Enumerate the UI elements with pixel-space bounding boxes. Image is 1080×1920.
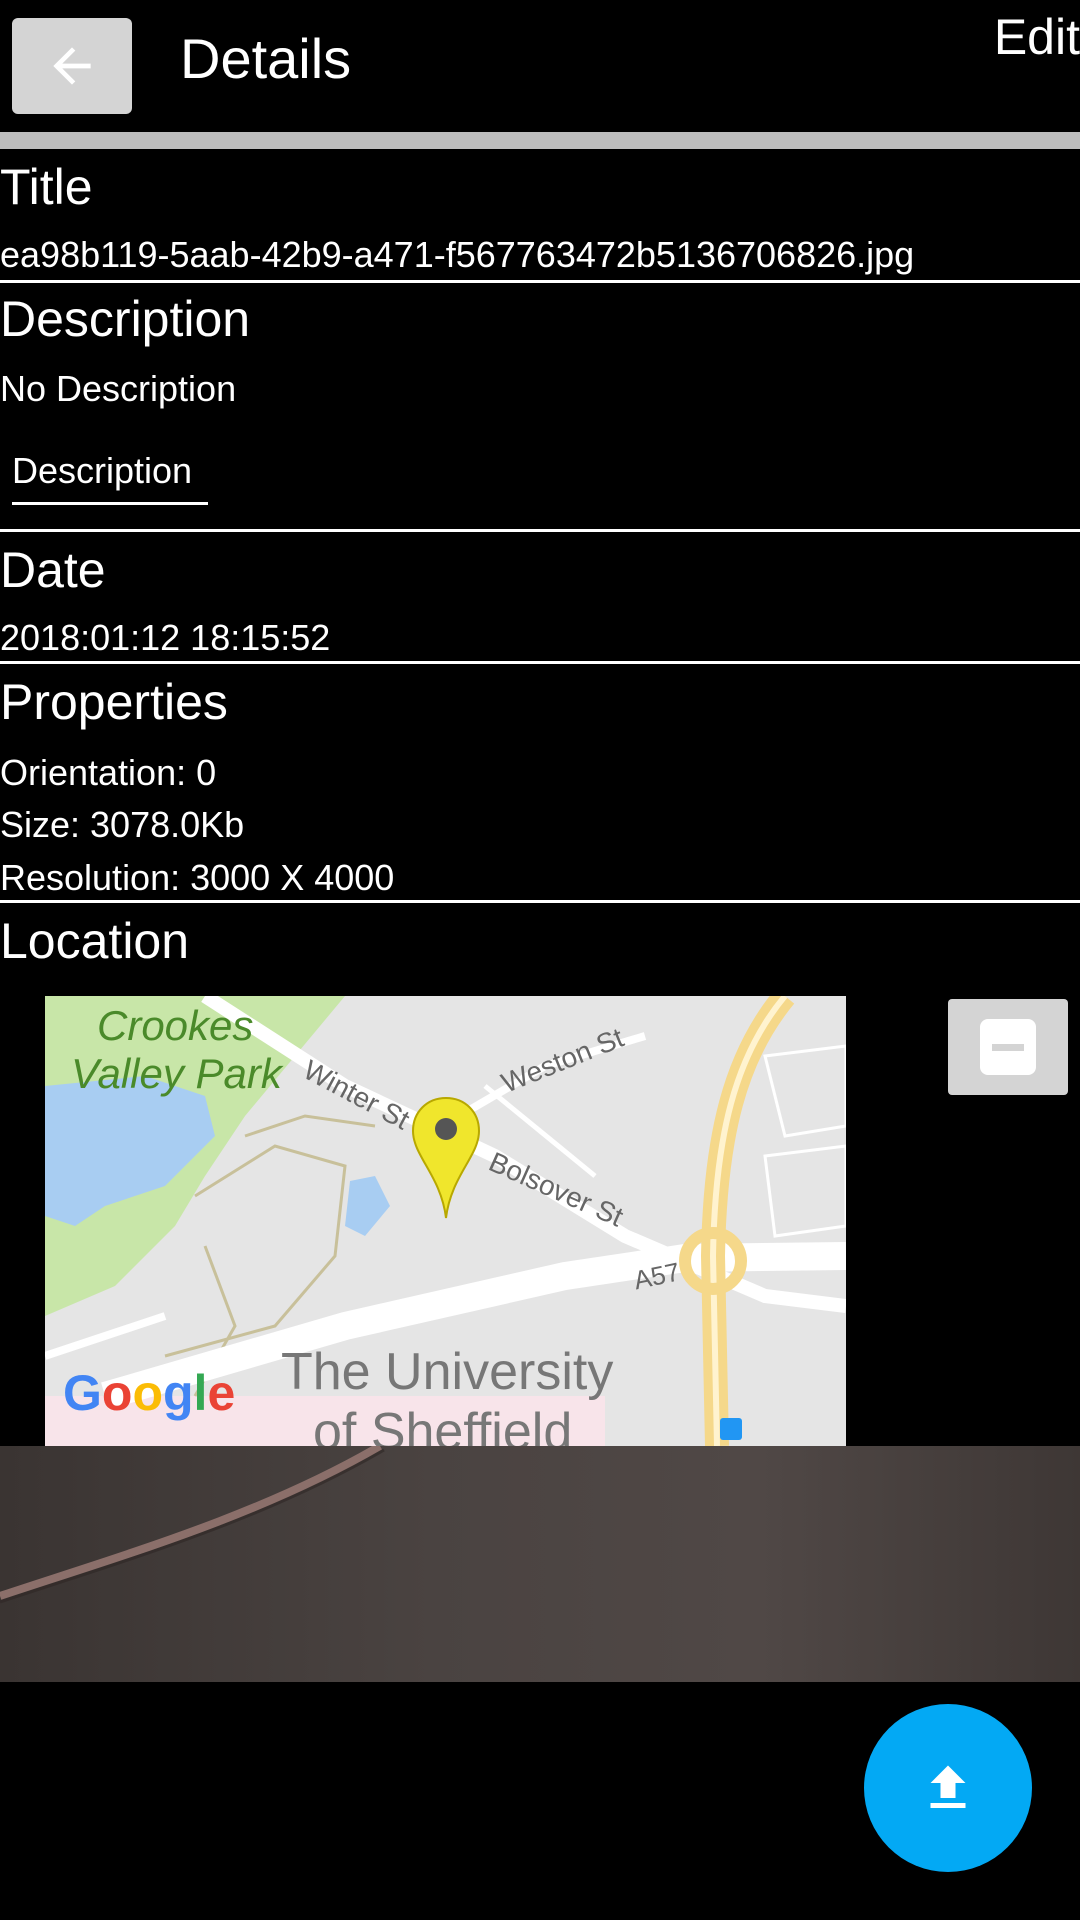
back-arrow-icon [53, 47, 91, 85]
orientation-value: Orientation: 0 [0, 752, 217, 793]
google-letter: l [193, 1365, 208, 1421]
header-divider [0, 132, 1080, 149]
divider [0, 661, 1080, 664]
zoom-out-button[interactable] [948, 999, 1068, 1095]
divider [0, 900, 1080, 903]
location-map[interactable]: Crookes Valley Park Winter St Weston St … [45, 996, 846, 1446]
google-letter: g [163, 1365, 194, 1421]
date-label: Date [0, 542, 106, 598]
google-letter: o [132, 1365, 163, 1421]
description-label: Description [0, 291, 251, 347]
map-label-university: The University [281, 1343, 614, 1401]
divider [0, 280, 1080, 283]
google-letter: G [63, 1365, 102, 1421]
google-letter: e [207, 1365, 236, 1421]
divider [0, 529, 1080, 532]
date-value: 2018:01:12 18:15:52 [0, 617, 331, 658]
description-value: No Description [0, 368, 237, 409]
upload-button[interactable] [864, 1704, 1032, 1872]
resolution-value: Resolution: 3000 X 4000 [0, 857, 395, 898]
map-label-university: of Sheffield [313, 1403, 573, 1446]
google-logo: Google [63, 1364, 235, 1422]
properties-label: Properties [0, 674, 228, 730]
title-value: ea98b119-5aab-42b9-a471-f567763472b51367… [0, 234, 915, 275]
google-letter: o [101, 1365, 133, 1421]
back-button[interactable] [12, 18, 132, 114]
location-label: Location [0, 913, 190, 969]
upload-icon [930, 1765, 966, 1808]
minus-icon [980, 1019, 1036, 1075]
description-input-hint: Description [12, 450, 193, 491]
map-pin-icon [411, 1096, 481, 1219]
photo-preview [0, 1446, 1080, 1682]
title-label: Title [0, 159, 93, 215]
description-input[interactable]: Description [12, 446, 208, 505]
cable-shape [0, 1446, 385, 1604]
map-label-park: Crookes [97, 1002, 254, 1049]
page-title: Details [180, 27, 352, 90]
map-label-park: Valley Park [71, 1050, 282, 1097]
top-app-bar: Details Edit [0, 0, 1080, 132]
size-value: Size: 3078.0Kb [0, 804, 245, 845]
edit-button[interactable]: Edit [994, 8, 1080, 66]
